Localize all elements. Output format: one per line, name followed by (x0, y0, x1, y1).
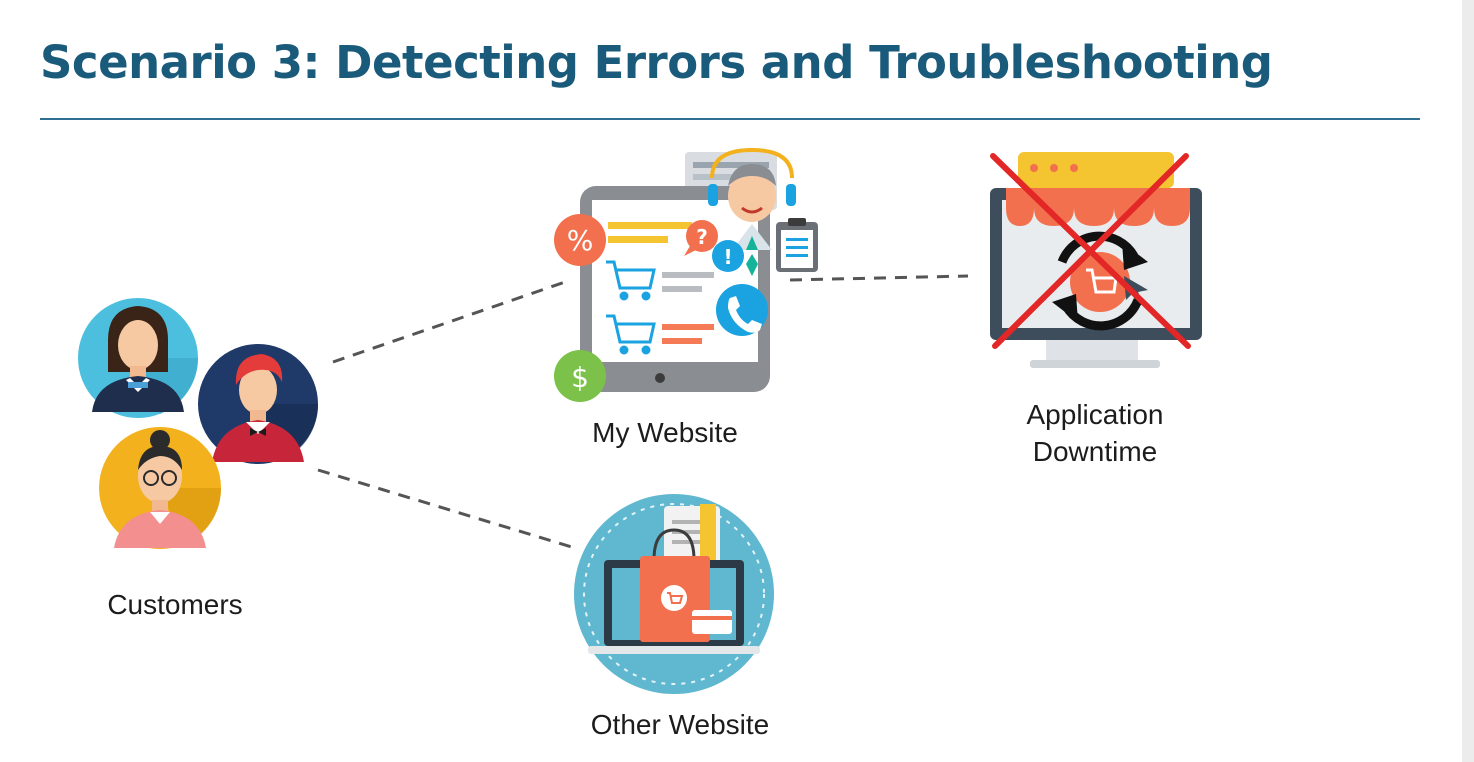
my-website-label: My Website (592, 417, 738, 448)
customers-label: Customers (107, 589, 243, 620)
broken-store-monitor-icon (990, 152, 1202, 368)
diagram-canvas: % ? $ ! (78, 147, 1202, 694)
application-downtime-line1: Application (1026, 399, 1164, 430)
svg-text:!: ! (723, 245, 732, 269)
application-downtime-label: Application Downtime (990, 396, 1200, 470)
slide: Scenario 3: Detecting Errors and Trouble… (0, 0, 1474, 762)
dollar-badge-icon: $ (554, 350, 606, 402)
avatar-woman-uniform (78, 298, 199, 418)
phone-badge-icon (716, 284, 768, 336)
shopping-bag-laptop-icon (574, 494, 774, 694)
avatar-woman-glasses (99, 427, 222, 549)
svg-text:$: $ (571, 361, 589, 394)
svg-text:?: ? (696, 225, 708, 249)
other-website-label: Other Website (590, 709, 770, 740)
alert-badge-icon: ! (712, 240, 744, 272)
avatar-man-red-hair (198, 344, 319, 464)
application-downtime-line2: Downtime (1032, 436, 1158, 467)
connector-customers-mywebsite (332, 280, 566, 364)
percent-badge-icon: % (554, 214, 606, 266)
clipboard-icon (776, 218, 818, 272)
connector-mywebsite-downtime (789, 274, 969, 282)
customers-avatars-icon (78, 298, 319, 549)
website-tablet-icon: % ? $ ! (554, 147, 818, 402)
svg-text:%: % (567, 224, 594, 257)
connector-customers-otherwebsite (317, 468, 576, 550)
